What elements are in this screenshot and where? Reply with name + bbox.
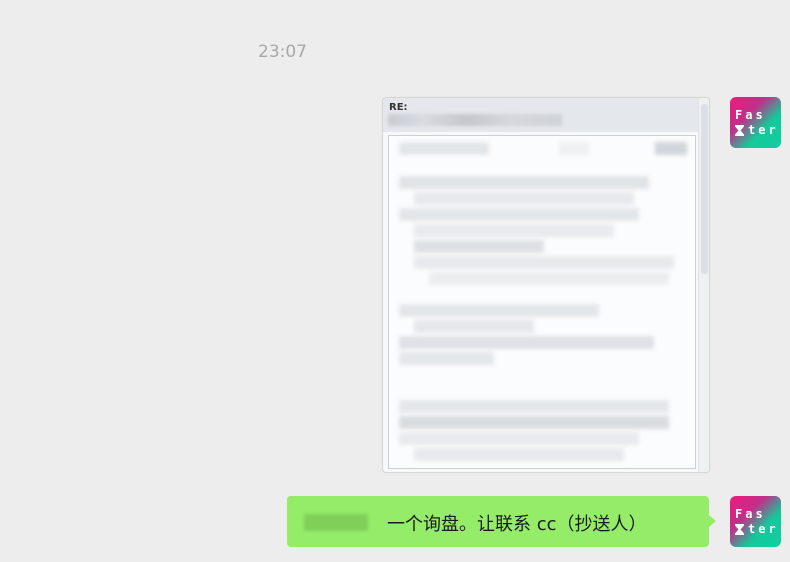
obscured-text-line	[399, 336, 654, 349]
email-preview-body	[388, 135, 696, 469]
obscured-text-line	[655, 142, 687, 155]
chat-window: 23:07 RE: Fas ter 一个询盘。让联系 cc（抄送人） Fas t…	[0, 0, 790, 562]
obscured-text-line	[414, 448, 624, 461]
obscured-subject	[388, 114, 562, 126]
obscured-text-line	[559, 142, 589, 155]
obscured-text-line	[414, 224, 614, 237]
obscured-text-line	[399, 176, 649, 189]
obscured-text-line	[414, 240, 544, 253]
email-subject-prefix: RE:	[389, 102, 408, 113]
obscured-text-line	[399, 352, 494, 365]
redacted-text	[304, 514, 368, 531]
text-message-bubble[interactable]: 一个询盘。让联系 cc（抄送人）	[287, 496, 716, 547]
hourglass-icon	[735, 523, 744, 535]
obscured-text-line	[414, 320, 534, 333]
message-timestamp: 23:07	[258, 42, 307, 62]
email-preview-header: RE:	[383, 98, 709, 132]
hourglass-icon	[735, 124, 744, 136]
avatar-label-bottom: ter	[748, 123, 779, 137]
obscured-text-line	[399, 208, 639, 221]
preview-scrollbar[interactable]	[698, 98, 709, 472]
obscured-text-line	[414, 256, 674, 269]
avatar-label-top: Fas	[735, 507, 766, 521]
obscured-text-line	[399, 304, 599, 317]
obscured-text-line	[429, 272, 669, 285]
obscured-text-line	[414, 192, 634, 205]
image-message[interactable]: RE:	[382, 97, 710, 473]
avatar[interactable]: Fas ter	[730, 496, 781, 547]
avatar-label-bottom: ter	[748, 522, 779, 536]
message-text: 一个询盘。让联系 cc（抄送人）	[387, 514, 647, 535]
obscured-text-line	[399, 400, 669, 413]
obscured-text-line	[399, 142, 489, 155]
obscured-text-line	[399, 416, 669, 429]
obscured-text-line	[399, 432, 639, 445]
avatar-label-top: Fas	[735, 108, 766, 122]
avatar[interactable]: Fas ter	[730, 97, 781, 148]
preview-scroll-thumb[interactable]	[701, 104, 708, 274]
